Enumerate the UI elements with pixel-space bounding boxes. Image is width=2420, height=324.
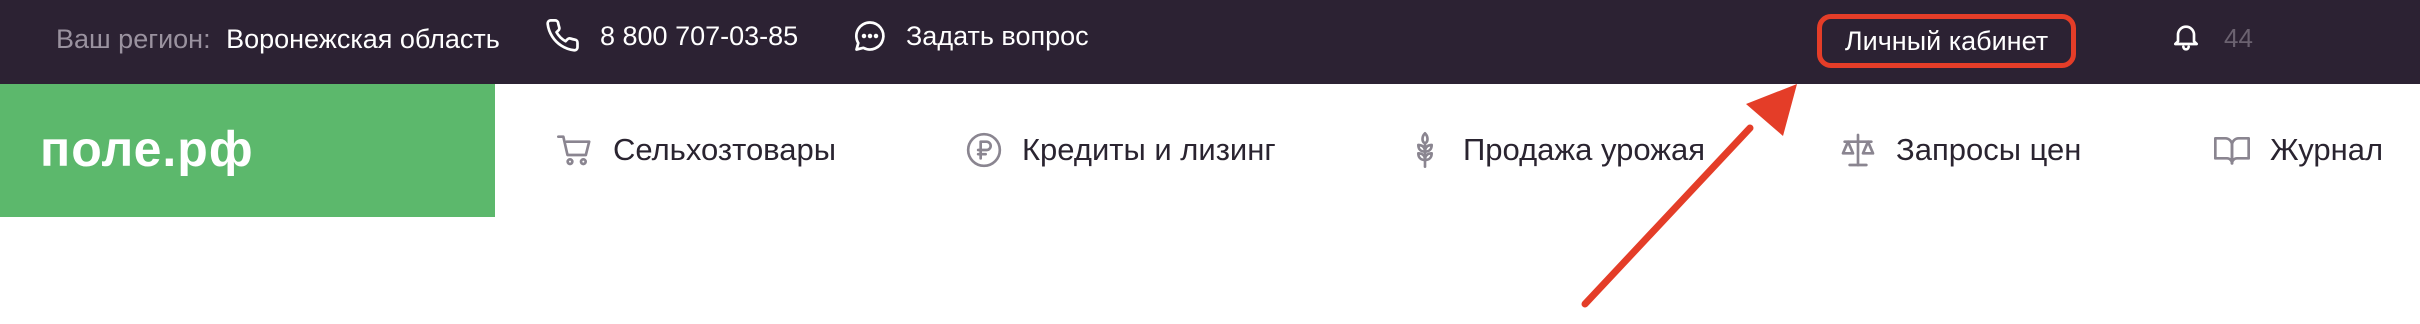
personal-account-button[interactable]: Личный кабинет xyxy=(1817,14,2076,68)
notifications[interactable]: 44 xyxy=(2170,20,2253,56)
nav-item-harvest-sale[interactable]: Продажа урожая xyxy=(1405,130,1705,170)
nav-item-label: Запросы цен xyxy=(1896,132,2082,167)
ask-question-link[interactable]: Задать вопрос xyxy=(852,18,1089,54)
region-selector[interactable]: Ваш регион: Воронежская область xyxy=(56,24,500,55)
page: Ваш регион: Воронежская область 8 800 70… xyxy=(0,0,2420,324)
nav-item-price-requests[interactable]: Запросы цен xyxy=(1838,130,2081,170)
region-value[interactable]: Воронежская область xyxy=(226,24,500,54)
phone-icon xyxy=(546,18,582,54)
scales-icon xyxy=(1838,130,1878,170)
chat-icon xyxy=(852,18,888,54)
region-label: Ваш регион: xyxy=(56,24,211,54)
ruble-icon xyxy=(964,130,1004,170)
ask-question-label[interactable]: Задать вопрос xyxy=(906,21,1089,52)
main-nav: Сельхозтовары Кредиты и лизинг Продажа у… xyxy=(495,84,2420,217)
nav-item-label: Продажа урожая xyxy=(1463,132,1706,167)
bell-icon[interactable] xyxy=(2170,20,2206,56)
nav-item-label: Журнал xyxy=(2270,132,2384,167)
book-icon xyxy=(2212,130,2252,170)
wheat-icon xyxy=(1405,130,1445,170)
cart-icon xyxy=(555,130,595,170)
logo-link[interactable]: поле.рф xyxy=(0,84,495,217)
logo-text: поле.рф xyxy=(40,126,254,176)
notifications-count: 44 xyxy=(2224,22,2253,53)
phone-number[interactable]: 8 800 707-03-85 xyxy=(600,21,798,52)
top-bar: Ваш регион: Воронежская область 8 800 70… xyxy=(0,0,2420,84)
phone-link[interactable]: 8 800 707-03-85 xyxy=(546,18,798,54)
nav-item-credits-leasing[interactable]: Кредиты и лизинг xyxy=(964,130,1276,170)
nav-item-journal[interactable]: Журнал xyxy=(2212,130,2383,170)
nav-item-label: Кредиты и лизинг xyxy=(1022,132,1276,167)
nav-item-label: Сельхозтовары xyxy=(613,132,837,167)
logo: поле.рф xyxy=(40,126,254,176)
nav-item-agro-goods[interactable]: Сельхозтовары xyxy=(555,130,836,170)
